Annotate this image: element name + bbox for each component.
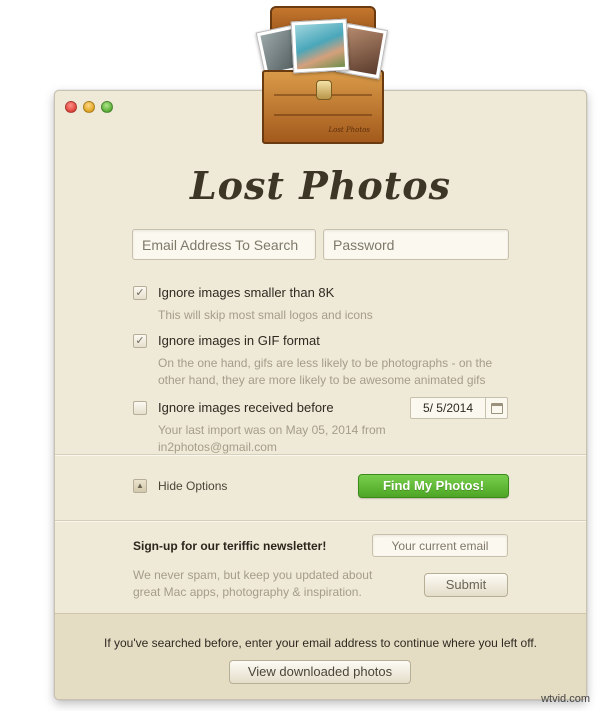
newsletter-email-input[interactable] [372, 534, 508, 557]
chest-body: Lost Photos [262, 70, 384, 144]
password-input[interactable] [323, 229, 509, 260]
newsletter-description: We never spam, but keep you updated abou… [133, 568, 373, 599]
email-search-input[interactable] [132, 229, 316, 260]
divider [55, 520, 586, 522]
checkbox-ignore-gif[interactable]: ✓ [133, 334, 147, 348]
close-button[interactable] [65, 101, 77, 113]
minimize-button[interactable] [83, 101, 95, 113]
lock-icon [316, 80, 332, 100]
treasure-chest-logo: Lost Photos [255, 6, 389, 144]
calendar-icon[interactable] [485, 398, 507, 418]
date-picker[interactable]: 5/ 5/2014 [410, 397, 508, 419]
footer-panel: If you've searched before, enter your em… [55, 613, 586, 699]
hide-options-toggle-icon[interactable]: ▲ [133, 479, 147, 493]
newsletter-title: Sign-up for our teriffic newsletter! [133, 539, 327, 553]
newsletter-submit-button[interactable]: Submit [424, 573, 508, 597]
checkbox-ignore-before-date[interactable] [133, 401, 147, 415]
view-downloaded-photos-button[interactable]: View downloaded photos [229, 660, 411, 684]
find-my-photos-button[interactable]: Find My Photos! [358, 474, 509, 498]
app-window: Lost Photos ✓ Ignore images smaller than… [54, 90, 587, 700]
option-description: This will skip most small logos and icon… [158, 308, 373, 322]
option-description: On the one hand, gifs are less likely to… [158, 356, 493, 387]
option-label: Ignore images in GIF format [158, 333, 320, 348]
checkbox-ignore-small[interactable]: ✓ [133, 286, 147, 300]
last-import-note: Your last import was on May 05, 2014 fro… [158, 423, 386, 454]
option-label: Ignore images smaller than 8K [158, 285, 335, 300]
divider [55, 454, 586, 456]
app-title: Lost Photos [189, 163, 452, 208]
hide-options-label[interactable]: Hide Options [158, 479, 227, 493]
photo-thumbnail [290, 18, 350, 74]
option-label: Ignore images received before [158, 400, 334, 415]
window-controls [65, 101, 113, 113]
chest-label: Lost Photos [328, 126, 370, 134]
footer-text: If you've searched before, enter your em… [104, 636, 537, 650]
zoom-button[interactable] [101, 101, 113, 113]
date-value[interactable]: 5/ 5/2014 [411, 401, 485, 415]
watermark: wtvid.com [541, 693, 590, 705]
